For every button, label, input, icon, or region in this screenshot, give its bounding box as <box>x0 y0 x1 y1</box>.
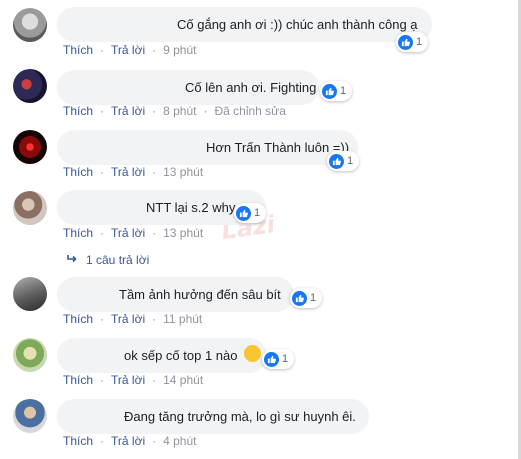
wink-emoji-icon <box>244 345 261 362</box>
separator-dot: · <box>152 226 157 240</box>
comment-bubble: Đang tăng trưởng mà, lo gì sư huynh êi. <box>57 399 369 434</box>
like-count-badge[interactable]: 1 <box>290 288 323 308</box>
thumbs-up-icon <box>398 34 413 50</box>
timestamp[interactable]: 4 phút <box>163 434 196 448</box>
reply-link[interactable]: Trả lời <box>111 226 145 240</box>
avatar[interactable] <box>13 8 47 42</box>
thumbs-up-icon <box>292 290 307 306</box>
like-count: 1 <box>310 292 317 304</box>
separator-dot: · <box>100 43 105 57</box>
like-count: 1 <box>416 36 423 48</box>
separator-dot: · <box>100 312 105 326</box>
comment-text: NTT lại s.2 why <box>146 200 236 215</box>
separator-dot: · <box>152 43 157 57</box>
separator-dot: · <box>152 312 157 326</box>
comment-text: Đang tăng trưởng mà, lo gì sư huynh êi. <box>124 409 356 424</box>
timestamp[interactable]: 13 phút <box>163 165 203 179</box>
like-count-badge[interactable]: 1 <box>262 349 295 369</box>
like-count: 1 <box>347 155 354 167</box>
timestamp[interactable]: 13 phút <box>163 226 203 240</box>
comment-bubble: Cố gắng anh ơi :)) chúc anh thành công ạ <box>57 7 432 42</box>
like-link[interactable]: Thích <box>63 312 93 326</box>
avatar[interactable] <box>13 69 47 103</box>
view-replies-link[interactable]: 1 câu trả lời <box>66 253 149 267</box>
reply-arrow-icon <box>66 253 78 267</box>
reply-link[interactable]: Trả lời <box>111 434 145 448</box>
reply-link[interactable]: Trả lời <box>111 373 145 387</box>
like-link[interactable]: Thích <box>63 104 93 118</box>
like-count-badge[interactable]: 1 <box>327 151 360 171</box>
avatar[interactable] <box>13 338 47 372</box>
separator-dot: · <box>100 226 105 240</box>
separator-dot: · <box>203 104 208 118</box>
timestamp[interactable]: 11 phút <box>163 312 202 326</box>
separator-dot: · <box>100 165 105 179</box>
comment-text: Cố lên anh ơi. Fighting <box>185 80 317 95</box>
comment-text: Tầm ảnh hưởng đến sâu bít <box>119 287 281 302</box>
timestamp[interactable]: 8 phút <box>163 104 196 118</box>
separator-dot: · <box>152 373 157 387</box>
replies-count[interactable]: 1 câu trả lời <box>86 253 149 267</box>
comment-text: ok sếp cố top 1 nào <box>124 348 238 363</box>
avatar[interactable] <box>13 191 47 225</box>
like-link[interactable]: Thích <box>63 165 93 179</box>
thumbs-up-icon <box>322 83 337 99</box>
separator-dot: · <box>152 434 157 448</box>
timestamp[interactable]: 9 phút <box>163 43 196 57</box>
thumbs-up-icon <box>329 153 344 169</box>
like-count-badge[interactable]: 1 <box>396 32 429 52</box>
comment-bubble: Cố lên anh ơi. Fighting <box>57 70 319 105</box>
reply-link[interactable]: Trả lời <box>111 312 145 326</box>
edited-label[interactable]: Đã chỉnh sửa <box>214 104 285 118</box>
like-link[interactable]: Thích <box>63 434 93 448</box>
separator-dot: · <box>152 165 157 179</box>
separator-dot: · <box>100 373 105 387</box>
reply-link[interactable]: Trả lời <box>111 104 145 118</box>
like-count: 1 <box>282 353 289 365</box>
comment-text: Cố gắng anh ơi :)) chúc anh thành công ạ <box>177 17 418 32</box>
like-link[interactable]: Thích <box>63 226 93 240</box>
reply-link[interactable]: Trả lời <box>111 43 145 57</box>
avatar[interactable] <box>13 277 47 311</box>
comment-bubble: Hơn Trấn Thành luôn =)) <box>57 130 358 165</box>
separator-dot: · <box>152 104 157 118</box>
like-count: 1 <box>254 207 261 219</box>
separator-dot: · <box>100 434 105 448</box>
like-link[interactable]: Thích <box>63 373 93 387</box>
thumbs-up-icon <box>264 351 279 367</box>
avatar[interactable] <box>13 399 47 433</box>
like-link[interactable]: Thích <box>63 43 93 57</box>
like-count: 1 <box>340 85 347 97</box>
reply-link[interactable]: Trả lời <box>111 165 145 179</box>
separator-dot: · <box>100 104 105 118</box>
thumbs-up-icon <box>236 205 251 221</box>
comment-bubble: ok sếp cố top 1 nào <box>57 338 267 373</box>
comment-bubble: Tầm ảnh hưởng đến sâu bít <box>57 277 294 312</box>
like-count-badge[interactable]: 1 <box>234 203 267 223</box>
timestamp[interactable]: 14 phút <box>163 373 203 387</box>
avatar[interactable] <box>13 130 47 164</box>
like-count-badge[interactable]: 1 <box>320 81 353 101</box>
